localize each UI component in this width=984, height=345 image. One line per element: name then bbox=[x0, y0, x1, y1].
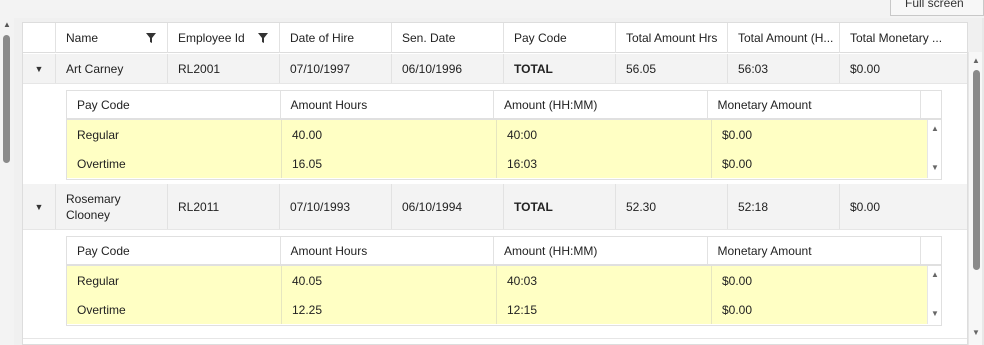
header-total-monetary[interactable]: Total Monetary ... bbox=[840, 23, 967, 53]
detail-cell-amount-hours: 40.05 bbox=[282, 266, 497, 295]
cell-employee-id: RL2001 bbox=[168, 54, 280, 83]
cell-employee-id: RL2011 bbox=[168, 184, 280, 229]
header-employee-id[interactable]: Employee Id bbox=[168, 23, 280, 53]
cell-total-monetary: $0.00 bbox=[850, 199, 881, 214]
detail-header-spacer bbox=[921, 91, 941, 118]
header-expander-column bbox=[23, 23, 56, 53]
header-date-of-hire[interactable]: Date of Hire bbox=[280, 23, 392, 53]
header-total-amount-hrs[interactable]: Total Amount Hrs bbox=[616, 23, 728, 53]
grid-scrollbar[interactable]: ▲ ▼ bbox=[968, 52, 982, 345]
detail-header: Pay Code Amount Hours Amount (HH:MM) Mon… bbox=[67, 91, 941, 120]
detail-header-amount-hours[interactable]: Amount Hours bbox=[281, 237, 494, 264]
detail-cell-pay-code: Overtime bbox=[67, 149, 282, 178]
page-scroll-thumb[interactable] bbox=[3, 35, 10, 163]
scroll-up-arrow-icon[interactable]: ▲ bbox=[972, 56, 980, 65]
scroll-down-arrow-icon[interactable]: ▼ bbox=[972, 328, 980, 337]
cell-total-amount-hrs: 52.30 bbox=[616, 184, 728, 229]
cell-name: Rosemary Clooney bbox=[56, 184, 168, 229]
detail-header-amount-hhmm[interactable]: Amount (HH:MM) bbox=[494, 91, 708, 118]
cell-date-of-hire: 07/10/1997 bbox=[280, 54, 392, 83]
cell-date-of-hire: 07/10/1993 bbox=[280, 184, 392, 229]
detail-header-monetary[interactable]: Monetary Amount bbox=[708, 237, 921, 264]
cell-sen-date: 06/10/1994 bbox=[392, 184, 504, 229]
row-expand-toggle[interactable]: ▼ bbox=[23, 54, 56, 83]
cell-total-monetary: $0.00 bbox=[850, 61, 881, 76]
detail-body: Regular 40.00 40:00 $0.00 Overtime 16.05… bbox=[67, 120, 941, 178]
scroll-down-arrow-icon[interactable]: ▼ bbox=[931, 309, 939, 318]
top-bar: Full screen bbox=[0, 0, 984, 18]
cell-pay-code: TOTAL bbox=[504, 184, 616, 229]
scroll-up-arrow-icon[interactable]: ▲ bbox=[931, 270, 939, 279]
detail-cell-monetary: $0.00 bbox=[722, 302, 753, 317]
page: Full screen ▲ Name Employee Id Date of H… bbox=[0, 0, 984, 345]
header-name[interactable]: Name bbox=[56, 23, 168, 53]
header-pay-code[interactable]: Pay Code bbox=[504, 23, 616, 53]
cell-total-amount-hhmm: 52:18 bbox=[728, 184, 840, 229]
table-row[interactable]: ▼ Rosemary Clooney RL2011 07/10/1993 06/… bbox=[23, 184, 967, 230]
cell-pay-code: TOTAL bbox=[504, 54, 616, 83]
detail-cell-monetary: $0.00 bbox=[722, 156, 753, 171]
grid-bottom-line bbox=[23, 338, 967, 339]
detail-header-pay-code[interactable]: Pay Code bbox=[67, 237, 281, 264]
detail-header: Pay Code Amount Hours Amount (HH:MM) Mon… bbox=[67, 237, 941, 266]
filter-icon[interactable] bbox=[145, 32, 157, 44]
detail-grid: Pay Code Amount Hours Amount (HH:MM) Mon… bbox=[66, 90, 942, 180]
table-row[interactable]: Overtime 16.05 16:03 $0.00 bbox=[67, 149, 941, 178]
detail-cell-amount-hhmm: 16:03 bbox=[497, 149, 712, 178]
detail-cell-pay-code: Overtime bbox=[67, 295, 282, 324]
detail-cell-amount-hours: 16.05 bbox=[282, 149, 497, 178]
page-scrollbar[interactable]: ▲ bbox=[0, 18, 14, 345]
cell-total-amount-hhmm: 56:03 bbox=[728, 54, 840, 83]
employee-grid: Name Employee Id Date of Hire Sen. Date … bbox=[22, 22, 968, 345]
detail-cell-monetary: $0.00 bbox=[722, 127, 753, 142]
grid-header: Name Employee Id Date of Hire Sen. Date … bbox=[23, 23, 967, 53]
cell-sen-date: 06/10/1996 bbox=[392, 54, 504, 83]
row-expand-toggle[interactable]: ▼ bbox=[23, 184, 56, 229]
detail-header-amount-hours[interactable]: Amount Hours bbox=[281, 91, 494, 118]
table-row[interactable]: ▼ Art Carney RL2001 07/10/1997 06/10/199… bbox=[23, 54, 967, 84]
table-row[interactable]: Overtime 12.25 12:15 $0.00 bbox=[67, 295, 941, 324]
table-row[interactable]: Regular 40.05 40:03 $0.00 bbox=[67, 266, 941, 295]
detail-grid: Pay Code Amount Hours Amount (HH:MM) Mon… bbox=[66, 236, 942, 326]
detail-scrollbar[interactable]: ▲ ▼ bbox=[927, 120, 941, 178]
detail-body: Regular 40.05 40:03 $0.00 Overtime 12.25… bbox=[67, 266, 941, 324]
table-row[interactable]: Regular 40.00 40:00 $0.00 bbox=[67, 120, 941, 149]
detail-cell-pay-code: Regular bbox=[67, 120, 282, 149]
fullscreen-button[interactable]: Full screen bbox=[890, 0, 984, 16]
detail-cell-amount-hours: 12.25 bbox=[282, 295, 497, 324]
header-sen-date[interactable]: Sen. Date bbox=[392, 23, 504, 53]
detail-cell-amount-hhmm: 40:03 bbox=[497, 266, 712, 295]
header-total-amount-hhmm[interactable]: Total Amount (H... bbox=[728, 23, 840, 53]
detail-header-spacer bbox=[921, 237, 941, 264]
filter-icon[interactable] bbox=[257, 32, 269, 44]
cell-total-amount-hrs: 56.05 bbox=[616, 54, 728, 83]
cell-name: Art Carney bbox=[56, 54, 168, 83]
detail-cell-pay-code: Regular bbox=[67, 266, 282, 295]
detail-cell-monetary: $0.00 bbox=[722, 273, 753, 288]
detail-cell-amount-hhmm: 40:00 bbox=[497, 120, 712, 149]
detail-header-pay-code[interactable]: Pay Code bbox=[67, 91, 281, 118]
detail-header-monetary[interactable]: Monetary Amount bbox=[708, 91, 921, 118]
detail-header-amount-hhmm[interactable]: Amount (HH:MM) bbox=[494, 237, 708, 264]
detail-scrollbar[interactable]: ▲ ▼ bbox=[927, 266, 941, 324]
detail-cell-amount-hhmm: 12:15 bbox=[497, 295, 712, 324]
scroll-down-arrow-icon[interactable]: ▼ bbox=[931, 163, 939, 172]
scroll-up-arrow-icon[interactable]: ▲ bbox=[931, 124, 939, 133]
header-name-label: Name bbox=[66, 31, 99, 45]
scroll-up-arrow-icon[interactable]: ▲ bbox=[3, 20, 11, 29]
grid-scroll-thumb[interactable] bbox=[973, 70, 980, 270]
detail-cell-amount-hours: 40.00 bbox=[282, 120, 497, 149]
header-employee-id-label: Employee Id bbox=[178, 31, 245, 45]
